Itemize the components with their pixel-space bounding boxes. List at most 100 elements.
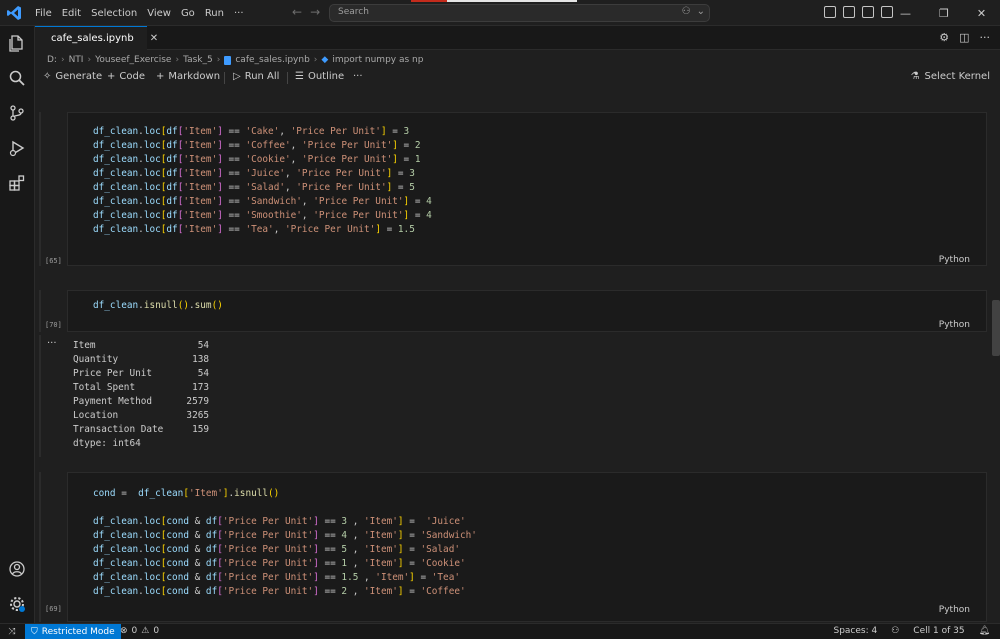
output-name: Item (73, 340, 96, 351)
generate-label: Generate (55, 71, 103, 82)
kernel-icon: ⚗ (910, 71, 920, 82)
breadcrumb-symbol[interactable]: import numpy as np (332, 55, 423, 65)
code-cell-icon: ◆ (321, 55, 329, 65)
minimize-icon[interactable]: — (900, 7, 911, 20)
plus-icon: + (156, 71, 165, 82)
status-bar: ⤨ ⛉ Restricted Mode ⊗ 0 ⚠ 0 Spaces: 4 ⚇ … (0, 623, 1000, 639)
kernel-label: Select Kernel (924, 71, 990, 82)
menu-go[interactable]: Go (176, 8, 200, 19)
breadcrumb-nti[interactable]: NTI (69, 55, 84, 65)
settings-gear-icon[interactable] (8, 595, 26, 613)
split-editor-icon[interactable]: ◫ (959, 31, 969, 44)
execution-count: [70] (45, 321, 62, 329)
add-code-button[interactable]: + Code (107, 71, 145, 82)
copilot-status-icon[interactable]: ⚇ (891, 626, 899, 636)
editor-tab-bar: cafe_sales.ipynb ✕ ⚙ ◫ ··· (35, 26, 1000, 50)
close-tab-icon[interactable]: ✕ (150, 33, 158, 44)
source-control-icon[interactable] (8, 104, 26, 122)
code-cell[interactable]: cond = df_clean['Item'].isnull() df_clea… (67, 472, 987, 622)
outline-button[interactable]: ☰ Outline (295, 71, 344, 82)
layout-controls (824, 6, 893, 18)
breadcrumb-file[interactable]: cafe_sales.ipynb (235, 55, 309, 65)
output-name: Payment Method (73, 396, 153, 407)
search-icon[interactable] (8, 69, 26, 87)
toolbar-divider (287, 72, 288, 84)
breadcrumb-folder[interactable]: Youseef_Exercise (95, 55, 171, 65)
output-more-icon[interactable]: ··· (47, 338, 57, 349)
code-cell[interactable]: df_clean.isnull().sum() Python (67, 290, 987, 332)
run-all-label: Run All (244, 71, 280, 82)
remote-indicator-icon[interactable]: ⤨ (0, 624, 24, 639)
code-label: Code (119, 71, 145, 82)
gear-icon[interactable]: ⚙ (939, 31, 949, 44)
copilot-icon[interactable]: ⚇ (682, 6, 691, 17)
vscode-logo-icon (7, 6, 21, 20)
breadcrumb-drive[interactable]: D: (47, 55, 57, 65)
cell-source[interactable]: cond = df_clean['Item'].isnull() df_clea… (93, 487, 477, 599)
breadcrumb: D: › NTI › Youseef_Exercise › Task_5 › c… (47, 52, 423, 68)
error-count: 0 (131, 626, 138, 636)
run-all-button[interactable]: ▷ Run All (233, 71, 279, 82)
tab-cafe-sales[interactable]: cafe_sales.ipynb ✕ (35, 26, 158, 50)
cell-output: Item 54 Quantity 138 Price Per Unit 54 Tota… (73, 339, 209, 451)
menu-more[interactable]: ··· (229, 8, 249, 19)
toggle-bottom-panel-icon[interactable] (862, 6, 874, 18)
cell-language-label[interactable]: Python (939, 605, 970, 615)
menu-edit[interactable]: Edit (57, 8, 86, 19)
add-markdown-button[interactable]: + Markdown (156, 71, 220, 82)
extensions-icon[interactable] (8, 174, 26, 192)
cell-language-label[interactable]: Python (939, 255, 970, 265)
back-arrow-icon[interactable]: ← (292, 5, 302, 19)
vertical-scrollbar[interactable] (992, 300, 1000, 356)
cell-language-label[interactable]: Python (939, 320, 970, 330)
notifications-bell-icon[interactable]: 🔔︎ (979, 626, 990, 636)
execution-count: [65] (45, 257, 62, 265)
restore-icon[interactable]: ❐ (939, 7, 949, 20)
explorer-icon[interactable] (8, 34, 26, 52)
search-box[interactable]: Search ⚇ ⌄ (329, 4, 710, 22)
forward-arrow-icon[interactable]: → (310, 5, 320, 19)
account-icon[interactable] (8, 560, 26, 578)
error-icon: ⊗ (120, 626, 128, 636)
menu-run[interactable]: Run (200, 8, 229, 19)
tab-label: cafe_sales.ipynb (51, 33, 134, 44)
run-debug-icon[interactable] (8, 139, 26, 157)
cell-status-bar (39, 472, 41, 622)
indentation-indicator[interactable]: Spaces: 4 (833, 626, 877, 636)
output-value: 54 (197, 340, 209, 351)
outline-label: Outline (307, 71, 345, 82)
notebook-toolbar: ✧ Generate + Code + Markdown ▷ Run All ☰… (35, 68, 1000, 88)
customize-layout-icon[interactable] (881, 6, 893, 18)
close-window-icon[interactable]: ✕ (977, 7, 986, 20)
plus-icon: + (107, 71, 116, 82)
cell-source[interactable]: df_clean.isnull().sum() (93, 299, 223, 313)
breadcrumb-separator-icon: › (313, 55, 318, 65)
toggle-panel-icon[interactable] (824, 6, 836, 18)
toolbar-divider (224, 72, 225, 84)
breadcrumb-task[interactable]: Task_5 (183, 55, 213, 65)
cell-status-bar (39, 112, 41, 266)
toolbar-more-button[interactable]: ··· (353, 71, 363, 82)
restricted-mode-label: Restricted Mode (41, 627, 115, 637)
more-actions-icon[interactable]: ··· (980, 31, 991, 44)
output-name: Location (73, 410, 119, 421)
code-cell[interactable]: df_clean.loc[df['Item'] == 'Cake', 'Pric… (67, 112, 987, 266)
output-status-bar (39, 335, 41, 457)
select-kernel-button[interactable]: ⚗ Select Kernel (911, 71, 990, 82)
cell-position-indicator[interactable]: Cell 1 of 35 (913, 626, 964, 636)
problems-indicator[interactable]: ⊗ 0 ⚠ 0 (120, 626, 159, 636)
menu-file[interactable]: File (30, 8, 57, 19)
run-all-icon: ▷ (233, 71, 241, 82)
shield-icon: ⛉ (31, 627, 38, 637)
generate-button[interactable]: ✧ Generate (43, 71, 102, 82)
output-name: Total Spent (73, 382, 136, 393)
menu-view[interactable]: View (142, 8, 176, 19)
chevron-down-icon[interactable]: ⌄ (697, 6, 705, 17)
cell-source[interactable]: df_clean.loc[df['Item'] == 'Cake', 'Pric… (93, 125, 432, 237)
menu-selection[interactable]: Selection (86, 8, 142, 19)
breadcrumb-separator-icon: › (87, 55, 92, 65)
output-value: 138 (192, 354, 209, 365)
restricted-mode-button[interactable]: ⛉ Restricted Mode (25, 624, 121, 639)
toggle-sidebar-icon[interactable] (843, 6, 855, 18)
warning-icon: ⚠ (141, 626, 150, 636)
